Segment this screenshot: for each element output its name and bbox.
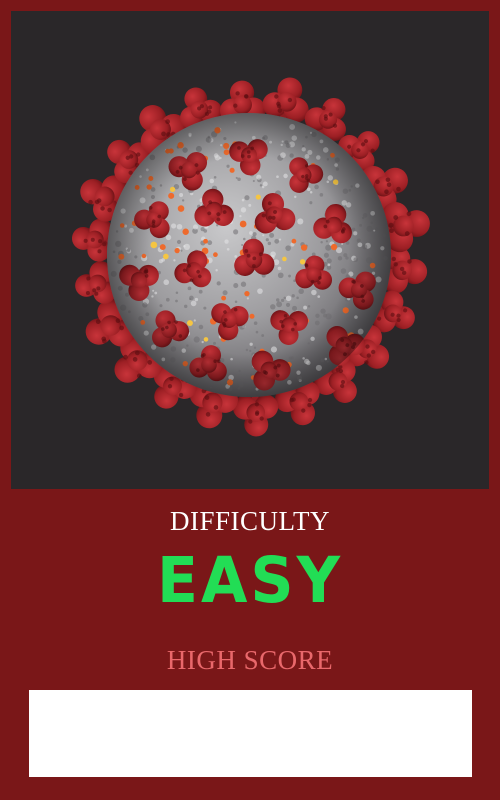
coronavirus-image bbox=[11, 11, 489, 489]
difficulty-label: DIFFICULTY bbox=[169, 506, 331, 536]
high-score-display bbox=[29, 690, 472, 777]
high-score-label: HIGH SCORE bbox=[166, 645, 334, 675]
difficulty-selector[interactable]: EASY bbox=[0, 541, 500, 621]
virus-illustration bbox=[11, 11, 489, 489]
